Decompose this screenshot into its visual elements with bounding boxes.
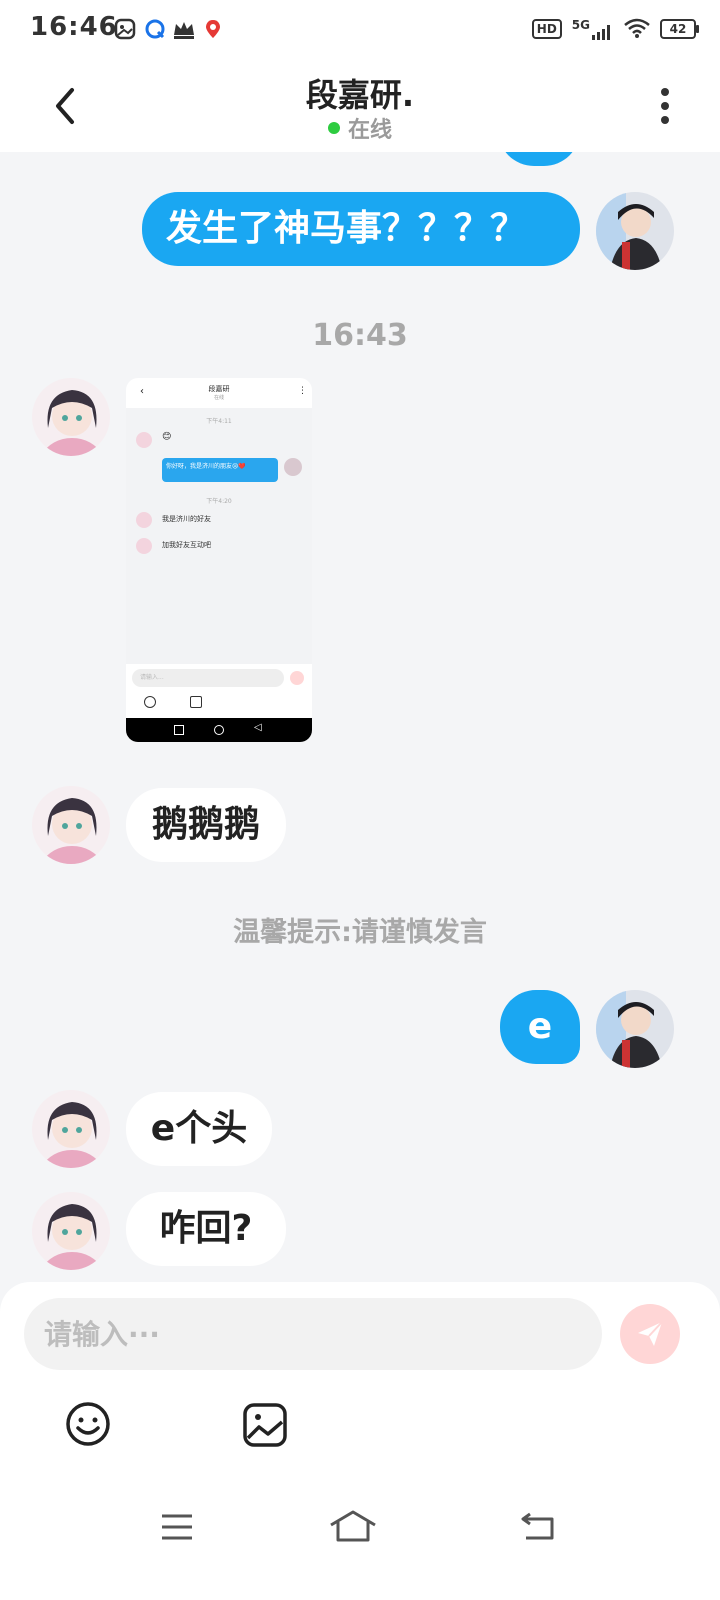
contact-avatar[interactable] xyxy=(32,1192,110,1270)
menu-icon xyxy=(162,1514,192,1540)
contact-name: 段嘉研. xyxy=(305,76,415,114)
my-avatar[interactable] xyxy=(596,192,674,270)
message-bubble-sent[interactable]: e xyxy=(500,990,580,1064)
shot-avatar xyxy=(136,538,152,554)
timestamp: 16:43 xyxy=(312,318,408,353)
shot-msg-b: 你好呀，我是济川的朋友😢❤️ xyxy=(162,458,278,482)
shot-navbar: ◁ xyxy=(126,718,312,742)
message-bubble-sent[interactable]: 发生了神马事？？？？ xyxy=(142,192,580,266)
battery-icon: 42 xyxy=(660,19,699,39)
message-input[interactable] xyxy=(24,1298,602,1370)
shot-emoji-icon xyxy=(144,696,156,708)
my-avatar[interactable] xyxy=(596,990,674,1068)
shot-nav-square-icon xyxy=(174,725,184,735)
shot-time-b: 下午4:20 xyxy=(206,498,232,505)
shot-title: 段嘉研 xyxy=(208,385,230,393)
return-icon xyxy=(521,1512,554,1540)
hd-badge: HD xyxy=(531,19,562,39)
crown-icon xyxy=(172,18,194,40)
wifi-icon xyxy=(624,18,650,41)
online-status-text: 在线 xyxy=(347,118,392,143)
message-bubble-received[interactable]: e个头 xyxy=(126,1092,272,1166)
contact-avatar[interactable] xyxy=(32,1090,110,1168)
nav-back-button[interactable] xyxy=(520,1510,556,1542)
signal-icon: 5G xyxy=(572,18,614,40)
status-indicators: HD 5G 42 xyxy=(531,16,699,42)
send-icon xyxy=(638,1321,663,1346)
app-icon-browser xyxy=(144,18,166,40)
smiley-icon xyxy=(66,1402,110,1446)
chat-header: 段嘉研. 在线 xyxy=(0,56,720,152)
message-bubble-received[interactable]: 咋回? xyxy=(126,1192,286,1266)
online-status: 在线 xyxy=(0,112,720,144)
emoji-button[interactable] xyxy=(64,1400,112,1448)
shot-image-icon xyxy=(190,696,202,708)
image-button[interactable] xyxy=(242,1402,288,1448)
shot-input: 请输入... xyxy=(132,669,284,687)
shot-nav-back-icon: ◁ xyxy=(254,722,262,733)
shot-msg-c: 我是济川的好友 xyxy=(162,515,211,523)
status-time: 16:46 xyxy=(30,12,118,42)
system-notice: 温馨提示:请谨慎发言 xyxy=(233,917,487,948)
shot-my-avatar xyxy=(284,458,302,476)
send-button[interactable] xyxy=(620,1304,680,1364)
shot-msg-a: 😊 xyxy=(162,432,172,442)
status-bar: 16:46 HD 5G 42 xyxy=(0,0,720,56)
online-dot-icon xyxy=(327,122,340,134)
home-icon xyxy=(330,1510,376,1542)
shot-send-icon xyxy=(290,671,304,685)
nav-menu-button[interactable] xyxy=(160,1512,194,1542)
shot-status: 在线 xyxy=(213,395,224,401)
image-icon xyxy=(243,1403,287,1447)
contact-avatar[interactable] xyxy=(32,786,110,864)
shot-time-a: 下午4:11 xyxy=(206,418,232,425)
location-app-icon xyxy=(202,18,224,40)
shot-nav-circle-icon xyxy=(214,725,224,735)
nav-home-button[interactable] xyxy=(328,1508,378,1544)
contact-avatar[interactable] xyxy=(32,378,110,456)
shot-msg-d: 加我好友互动吧 xyxy=(162,541,211,549)
app-icon-gallery xyxy=(114,18,136,40)
network-type: 5G xyxy=(571,18,590,32)
shot-avatar xyxy=(136,512,152,528)
shot-more-icon: ⋮ xyxy=(298,386,307,396)
more-options-button[interactable] xyxy=(660,86,670,126)
message-bubble-received[interactable]: 鹅鹅鹅 xyxy=(126,788,286,862)
shot-avatar xyxy=(136,432,152,448)
image-message[interactable]: ‹ 段嘉研 在线 ⋮ 下午4:11 😊 你好呀，我是济川的朋友😢❤️ 下午4:2… xyxy=(126,378,312,742)
